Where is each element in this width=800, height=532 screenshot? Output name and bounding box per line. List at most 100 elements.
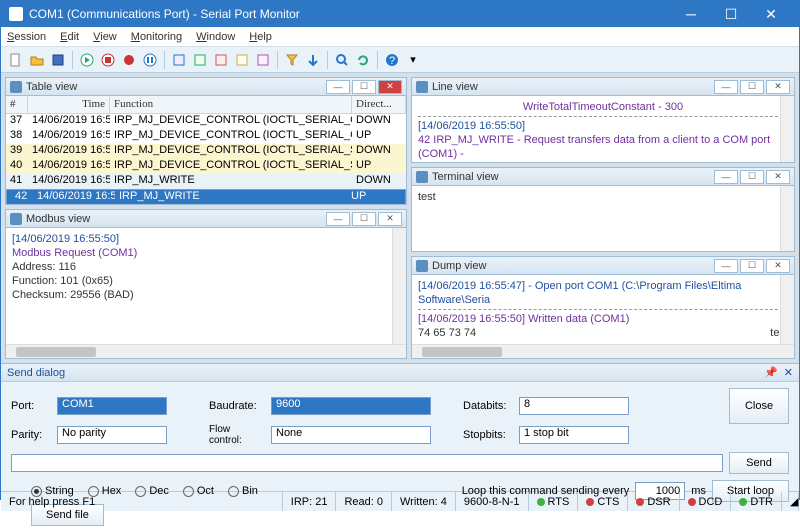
- parity-select[interactable]: No parity: [57, 426, 167, 444]
- status-help: For help press F1: [1, 492, 283, 511]
- panel-close-button[interactable]: ✕: [766, 80, 790, 94]
- table-row[interactable]: 3914/06/2019 16:55:47IRP_MJ_DEVICE_CONTR…: [6, 144, 406, 159]
- maximize-button[interactable]: ☐: [711, 1, 751, 27]
- menu-session[interactable]: Session: [7, 31, 46, 43]
- minimize-button[interactable]: ─: [671, 1, 711, 27]
- modbus-view-panel: Modbus view—☐✕ [14/06/2019 16:55:50] Mod…: [5, 209, 407, 359]
- status-irp: IRP: 21: [283, 492, 337, 511]
- panel-minimize-button[interactable]: —: [714, 80, 738, 94]
- stopbits-select[interactable]: 1 stop bit: [519, 426, 629, 444]
- panel-title: Terminal view: [432, 171, 712, 183]
- baudrate-select[interactable]: 9600: [271, 397, 431, 415]
- table-row[interactable]: 4014/06/2019 16:55:47IRP_MJ_DEVICE_CONTR…: [6, 159, 406, 174]
- col-time[interactable]: Time: [28, 96, 110, 113]
- view2-icon[interactable]: [191, 51, 209, 69]
- databits-select[interactable]: 8: [519, 397, 629, 415]
- col-function[interactable]: Function: [110, 96, 352, 113]
- svg-text:?: ?: [389, 55, 395, 67]
- col-direction[interactable]: Direct...: [352, 96, 406, 113]
- menu-window[interactable]: Window: [196, 31, 235, 43]
- resize-grip[interactable]: ◢: [782, 492, 799, 511]
- panel-close-button[interactable]: ✕: [378, 80, 402, 94]
- status-read: Read: 0: [336, 492, 392, 511]
- flow-select[interactable]: None: [271, 426, 431, 444]
- scrollbar-horizontal[interactable]: [412, 344, 794, 358]
- modbus-icon: [10, 213, 22, 225]
- save-icon[interactable]: [49, 51, 67, 69]
- status-written: Written: 4: [392, 492, 456, 511]
- refresh-icon[interactable]: [354, 51, 372, 69]
- pin-icon[interactable]: 📌: [764, 366, 778, 379]
- view5-icon[interactable]: [254, 51, 272, 69]
- terminal-icon: [416, 171, 428, 183]
- table-row[interactable]: 4214/06/2019 16:55:50IRP_MJ_WRITEUP: [6, 189, 406, 204]
- panel-minimize-button[interactable]: —: [714, 170, 738, 184]
- view3-icon[interactable]: [212, 51, 230, 69]
- table-row[interactable]: 3714/06/2019 16:55:47IRP_MJ_DEVICE_CONTR…: [6, 114, 406, 129]
- stopbits-label: Stopbits:: [463, 429, 513, 441]
- panel-maximize-button[interactable]: ☐: [352, 80, 376, 94]
- panel-title: Table view: [26, 81, 324, 93]
- menu-view[interactable]: View: [93, 31, 117, 43]
- panel-title: Line view: [432, 81, 712, 93]
- panel-minimize-button[interactable]: —: [714, 259, 738, 273]
- stop-icon[interactable]: [99, 51, 117, 69]
- help-icon[interactable]: ?: [383, 51, 401, 69]
- scrollbar-horizontal[interactable]: [6, 344, 406, 358]
- scrollbar-vertical[interactable]: [780, 186, 794, 251]
- scrollbar-vertical[interactable]: [392, 228, 406, 344]
- col-num[interactable]: #: [6, 96, 28, 113]
- dump-icon: [416, 260, 428, 272]
- record-icon[interactable]: [120, 51, 138, 69]
- pause-icon[interactable]: [141, 51, 159, 69]
- find-icon[interactable]: [333, 51, 351, 69]
- panel-maximize-button[interactable]: ☐: [740, 170, 764, 184]
- led-dtr: DTR: [731, 492, 782, 511]
- send-button[interactable]: Send: [729, 452, 789, 474]
- send-dialog-close-button[interactable]: ✕: [784, 366, 793, 379]
- scrollbar-vertical[interactable]: [780, 96, 794, 162]
- new-icon[interactable]: [7, 51, 25, 69]
- menu-help[interactable]: Help: [249, 31, 272, 43]
- app-icon: [9, 7, 23, 21]
- led-rts: RTS: [529, 492, 579, 511]
- port-select[interactable]: COM1: [57, 397, 167, 415]
- panel-maximize-button[interactable]: ☐: [740, 80, 764, 94]
- view1-icon[interactable]: [170, 51, 188, 69]
- table-row[interactable]: 3814/06/2019 16:55:47IRP_MJ_DEVICE_CONTR…: [6, 129, 406, 144]
- menu-edit[interactable]: Edit: [60, 31, 79, 43]
- filter-icon[interactable]: [283, 51, 301, 69]
- open-icon[interactable]: [28, 51, 46, 69]
- panel-title: Modbus view: [26, 213, 324, 225]
- workspace: Table view—☐✕ # Time Function Direct... …: [1, 73, 799, 363]
- port-label: Port:: [11, 400, 51, 412]
- play-icon[interactable]: [78, 51, 96, 69]
- goto-icon[interactable]: [304, 51, 322, 69]
- flow-label: Flow control:: [209, 424, 265, 446]
- table-view-panel: Table view—☐✕ # Time Function Direct... …: [5, 77, 407, 205]
- dump-content: [14/06/2019 16:55:47] - Open port COM1 (…: [412, 275, 794, 344]
- scrollbar-vertical[interactable]: [780, 275, 794, 344]
- send-input[interactable]: [11, 454, 723, 472]
- table-icon: [10, 81, 22, 93]
- window-title: COM1 (Communications Port) - Serial Port…: [29, 7, 671, 21]
- line-view-panel: Line view—☐✕ WriteTotalTimeoutConstant -…: [411, 77, 795, 163]
- menu-monitoring[interactable]: Monitoring: [131, 31, 182, 43]
- menubar: Session Edit View Monitoring Window Help: [1, 27, 799, 47]
- close-button[interactable]: ✕: [751, 1, 791, 27]
- panel-minimize-button[interactable]: —: [326, 212, 350, 226]
- table-row[interactable]: 4114/06/2019 16:55:50IRP_MJ_WRITEDOWN: [6, 174, 406, 189]
- panel-close-button[interactable]: ✕: [766, 259, 790, 273]
- panel-minimize-button[interactable]: —: [326, 80, 350, 94]
- view4-icon[interactable]: [233, 51, 251, 69]
- toolbar: ? ▾: [1, 47, 799, 73]
- panel-maximize-button[interactable]: ☐: [740, 259, 764, 273]
- parity-label: Parity:: [11, 429, 51, 441]
- close-button[interactable]: Close: [729, 388, 789, 424]
- dropdown-icon[interactable]: ▾: [404, 51, 422, 69]
- panel-close-button[interactable]: ✕: [766, 170, 790, 184]
- modbus-content: [14/06/2019 16:55:50] Modbus Request (CO…: [6, 228, 406, 306]
- panel-maximize-button[interactable]: ☐: [352, 212, 376, 226]
- panel-close-button[interactable]: ✕: [378, 212, 402, 226]
- led-dsr: DSR: [628, 492, 679, 511]
